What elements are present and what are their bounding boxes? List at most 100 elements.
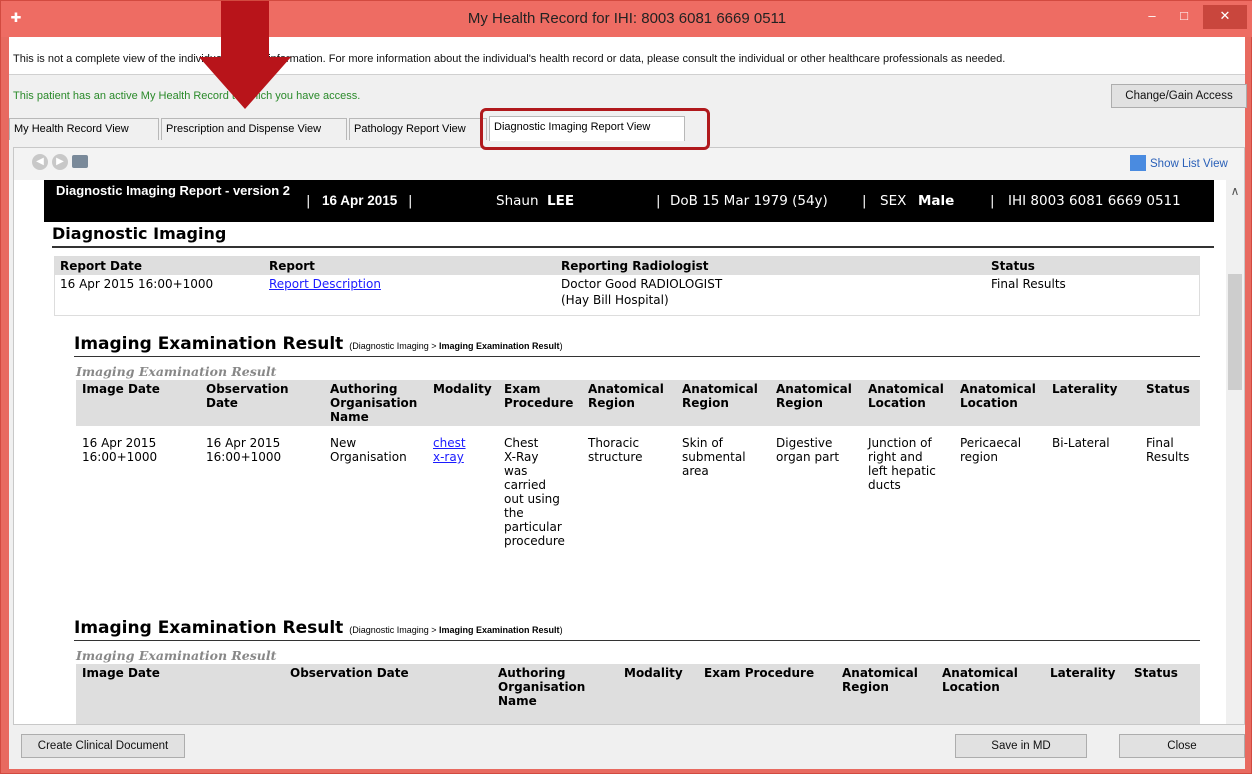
column-header: Modality (433, 382, 492, 396)
tab-my-health-record[interactable]: My Health Record View (9, 118, 159, 140)
column-header: Exam Procedure (704, 666, 815, 680)
report-toolbar: ◀ ▶ Show List View (14, 148, 1244, 180)
imaging-result-table: Image Date Observation Date Authoring Or… (76, 664, 1200, 724)
patient-ihi: IHI 8003 6081 6669 0511 (1008, 193, 1181, 209)
minimize-button[interactable]: – (1137, 5, 1167, 29)
column-header: Image Date (82, 382, 160, 396)
column-header: Observation Date (206, 382, 289, 410)
scroll-up-icon[interactable]: ∧ (1226, 184, 1244, 198)
column-header: Modality (624, 666, 683, 680)
patient-sex: Male (918, 193, 955, 209)
section-divider (74, 356, 1200, 357)
column-header: Anatomical Region (682, 382, 758, 410)
forward-icon[interactable]: ▶ (52, 154, 68, 170)
status-cell: Final Results (991, 277, 1066, 291)
breadcrumb-current: Imaging Examination Result (439, 341, 560, 351)
column-header: Observation Date (290, 666, 409, 680)
patient-last-name: LEE (547, 193, 575, 209)
region-cell: Thoracic structure (588, 436, 643, 464)
show-list-label: Show List View (1150, 158, 1228, 170)
maximize-button[interactable]: □ (1169, 5, 1199, 29)
breadcrumb: (Diagnostic Imaging > Imaging Examinatio… (349, 625, 562, 635)
laterality-cell: Bi-Lateral (1052, 436, 1110, 450)
report-date: 16 Apr 2015 (322, 193, 398, 208)
back-icon[interactable]: ◀ (32, 154, 48, 170)
print-icon[interactable] (72, 155, 88, 168)
section-divider (52, 246, 1214, 248)
application-window: ✚ My Health Record for IHI: 8003 6081 66… (0, 0, 1252, 774)
modality-link[interactable]: chest (433, 436, 466, 450)
header-separator: | (408, 193, 413, 209)
bottom-bar: Create Clinical Document Save in MD Clos… (9, 727, 1245, 769)
imaging-result-heading: Imaging Examination Result (74, 334, 344, 354)
save-in-md-button[interactable]: Save in MD (955, 734, 1087, 758)
column-header: Status (1146, 382, 1190, 396)
header-separator: | (656, 193, 661, 209)
organisation-cell: New Organisation (330, 436, 407, 464)
column-header: Exam Procedure (504, 382, 574, 410)
breadcrumb: (Diagnostic Imaging > Imaging Examinatio… (349, 341, 562, 351)
column-header: Authoring Organisation Name (498, 666, 586, 708)
region-cell: Digestive organ part (776, 436, 840, 464)
section-title: Diagnostic Imaging (52, 224, 227, 243)
report-summary-table: Report Date Report Reporting Radiologist… (54, 256, 1200, 316)
column-header: Status (991, 259, 1035, 273)
header-separator: | (306, 193, 311, 209)
column-header: Anatomical Region (842, 666, 918, 694)
header-separator: | (990, 193, 995, 209)
report-panel: ◀ ▶ Show List View Diagnostic Imaging Re… (13, 147, 1245, 725)
region-cell: Skin of submental area (682, 436, 746, 478)
table-caption: Imaging Examination Result (76, 648, 277, 663)
imaging-result-title: Imaging Examination Result (Diagnostic I… (74, 334, 563, 354)
status-cell: Final Results (1146, 436, 1190, 464)
table-header: Report Date Report Reporting Radiologist… (55, 257, 1199, 275)
report-description-link[interactable]: Report Description (269, 277, 381, 291)
column-header: Laterality (1050, 666, 1116, 680)
grid-icon (1130, 154, 1146, 171)
location-cell: Junction of right and left hepatic ducts (868, 436, 936, 492)
table-caption: Imaging Examination Result (76, 364, 277, 379)
report-type: Diagnostic Imaging Report - version 2 (56, 183, 291, 198)
column-header: Laterality (1052, 382, 1118, 396)
image-date-cell: 16 Apr 2015 16:00+1000 (82, 436, 158, 464)
imaging-result-title: Imaging Examination Result (Diagnostic I… (74, 618, 563, 638)
window-close-button[interactable]: ✕ (1203, 5, 1247, 29)
change-access-button[interactable]: Change/Gain Access (1111, 84, 1247, 108)
report-document: Diagnostic Imaging Report - version 2 | … (14, 180, 1224, 724)
report-date-cell: 16 Apr 2015 16:00+1000 (60, 277, 214, 291)
tab-prescription-dispense[interactable]: Prescription and Dispense View (161, 118, 347, 140)
vertical-scrollbar[interactable]: ∧ (1226, 180, 1244, 724)
observation-date-cell: 16 Apr 2015 16:00+1000 (206, 436, 282, 464)
title-bar[interactable]: ✚ My Health Record for IHI: 8003 6081 66… (1, 1, 1252, 37)
patient-dob: DoB 15 Mar 1979 (54y) (670, 193, 828, 209)
column-header: Status (1134, 666, 1178, 680)
access-status: This patient has an active My Health Rec… (13, 90, 361, 102)
header-separator: | (862, 193, 867, 209)
imaging-result-heading: Imaging Examination Result (74, 618, 344, 638)
column-header: Anatomical Location (960, 382, 1036, 410)
tab-pathology-report[interactable]: Pathology Report View (349, 118, 487, 140)
imaging-result-table: Image Date Observation Date Authoring Or… (76, 380, 1200, 600)
sex-label: SEX (880, 193, 907, 209)
column-header: Image Date (82, 666, 160, 680)
column-header: Report (269, 259, 315, 273)
breadcrumb-current: Imaging Examination Result (439, 625, 560, 635)
scrollbar-thumb[interactable] (1228, 274, 1242, 390)
column-header: Anatomical Location (942, 666, 1018, 694)
modality-link[interactable]: x-ray (433, 450, 464, 464)
section-divider (74, 640, 1200, 641)
column-header: Reporting Radiologist (561, 259, 709, 273)
patient-first-name: Shaun (496, 193, 539, 209)
close-button[interactable]: Close (1119, 734, 1245, 758)
column-header: Anatomical Location (868, 382, 944, 410)
radiologist-hospital: (Hay Bill Hospital) (561, 293, 669, 307)
breadcrumb-prefix: (Diagnostic Imaging > (349, 341, 440, 351)
show-list-view-button[interactable]: Show List View (1130, 153, 1242, 175)
column-header: Anatomical Region (776, 382, 852, 410)
column-header: Anatomical Region (588, 382, 664, 410)
location-cell: Pericaecal region (960, 436, 1022, 464)
create-clinical-document-button[interactable]: Create Clinical Document (21, 734, 185, 758)
column-header: Authoring Organisation Name (330, 382, 418, 424)
report-header-bar: Diagnostic Imaging Report - version 2 | … (44, 180, 1214, 222)
window-title: My Health Record for IHI: 8003 6081 6669… (467, 10, 787, 27)
